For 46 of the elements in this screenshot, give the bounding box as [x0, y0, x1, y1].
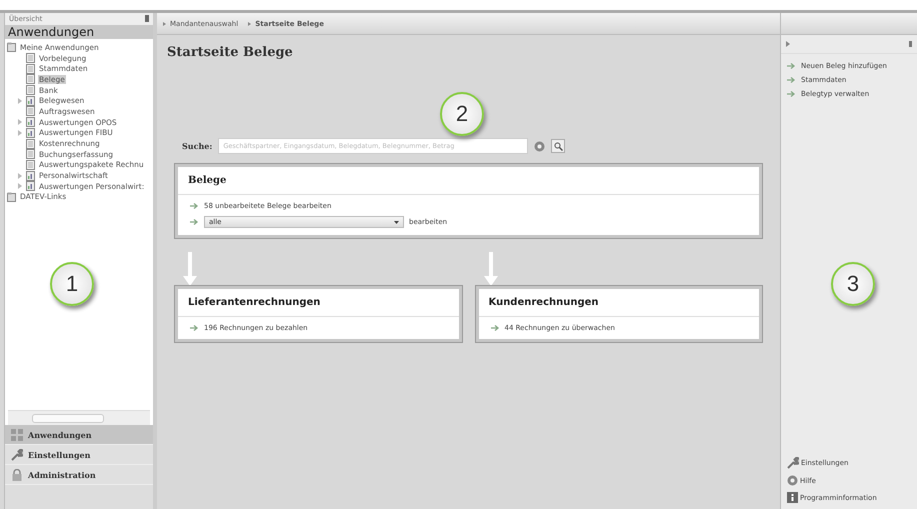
- document-icon: [26, 160, 35, 170]
- arrow-icon: [787, 63, 796, 69]
- document-icon: [26, 85, 35, 96]
- document-icon: [26, 53, 35, 64]
- chart-document-icon: [26, 117, 35, 128]
- card-title: Belege: [178, 167, 759, 195]
- arrow-icon: [190, 219, 199, 225]
- folder-icon: [7, 192, 16, 202]
- document-icon: [26, 149, 35, 160]
- expand-arrow-icon[interactable]: [17, 172, 23, 179]
- caret-icon: [394, 220, 399, 224]
- arrow-icon: [787, 91, 796, 97]
- pin-icon[interactable]: [145, 15, 149, 22]
- arrow-icon: [190, 325, 199, 331]
- expand-arrow-icon[interactable]: [17, 98, 23, 104]
- chart-document-icon: [26, 96, 35, 106]
- search-button[interactable]: [551, 139, 566, 153]
- expand-arrow-icon[interactable]: [17, 183, 23, 190]
- document-icon: [26, 64, 35, 74]
- arrow-icon: [490, 325, 500, 331]
- chart-document-icon: [26, 128, 35, 138]
- grid-icon: [11, 428, 23, 440]
- search-label: Suche:: [182, 141, 212, 151]
- document-icon: [26, 106, 35, 116]
- wrench-icon: [11, 448, 23, 460]
- help-icon: [787, 475, 798, 486]
- help-icon[interactable]: [534, 140, 546, 152]
- expand-arrow-icon[interactable]: [17, 119, 23, 126]
- horizontal-scrollbar[interactable]: [8, 410, 150, 425]
- page-title: Startseite Belege: [166, 44, 294, 60]
- arrow-icon: [190, 203, 199, 209]
- pin-icon[interactable]: [909, 41, 912, 47]
- lock-icon: [11, 468, 23, 480]
- arrow-icon: [787, 77, 796, 83]
- document-icon: [26, 74, 35, 84]
- wrench-icon: [787, 457, 799, 469]
- chart-document-icon: [26, 181, 35, 192]
- expand-arrow-icon[interactable]: [17, 130, 23, 136]
- info-icon: [787, 492, 798, 503]
- document-icon: [26, 138, 35, 149]
- panel-title: Anwendungen: [5, 25, 153, 39]
- nav-button[interactable]: Anwendungen: [5, 425, 153, 445]
- chart-document-icon: [26, 170, 35, 181]
- card-title: Lieferantenrechnungen: [178, 289, 458, 317]
- expand-arrow-icon[interactable]: [786, 41, 790, 47]
- card-title: Kundenrechnungen: [478, 289, 759, 317]
